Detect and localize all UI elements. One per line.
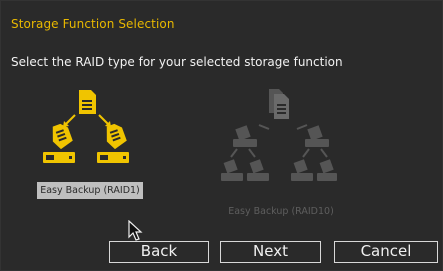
next-button[interactable]: Next [220,241,321,263]
raid1-option-label[interactable]: Easy Backup (RAID1) [37,182,143,199]
mouse-cursor-icon [128,220,143,241]
cancel-button[interactable]: Cancel [334,241,438,263]
dialog-title: Storage Function Selection [11,17,175,31]
back-button[interactable]: Back [109,241,209,263]
dialog-subtitle: Select the RAID type for your selected s… [11,55,343,69]
storage-function-dialog: Storage Function Selection Select the RA… [0,0,443,271]
raid1-option-icon[interactable] [35,87,141,177]
raid10-option-icon [219,87,339,197]
raid10-option-label: Easy Backup (RAID10) [228,206,334,217]
raid10-backup-icon [221,89,337,181]
raid1-backup-icon [43,90,129,163]
